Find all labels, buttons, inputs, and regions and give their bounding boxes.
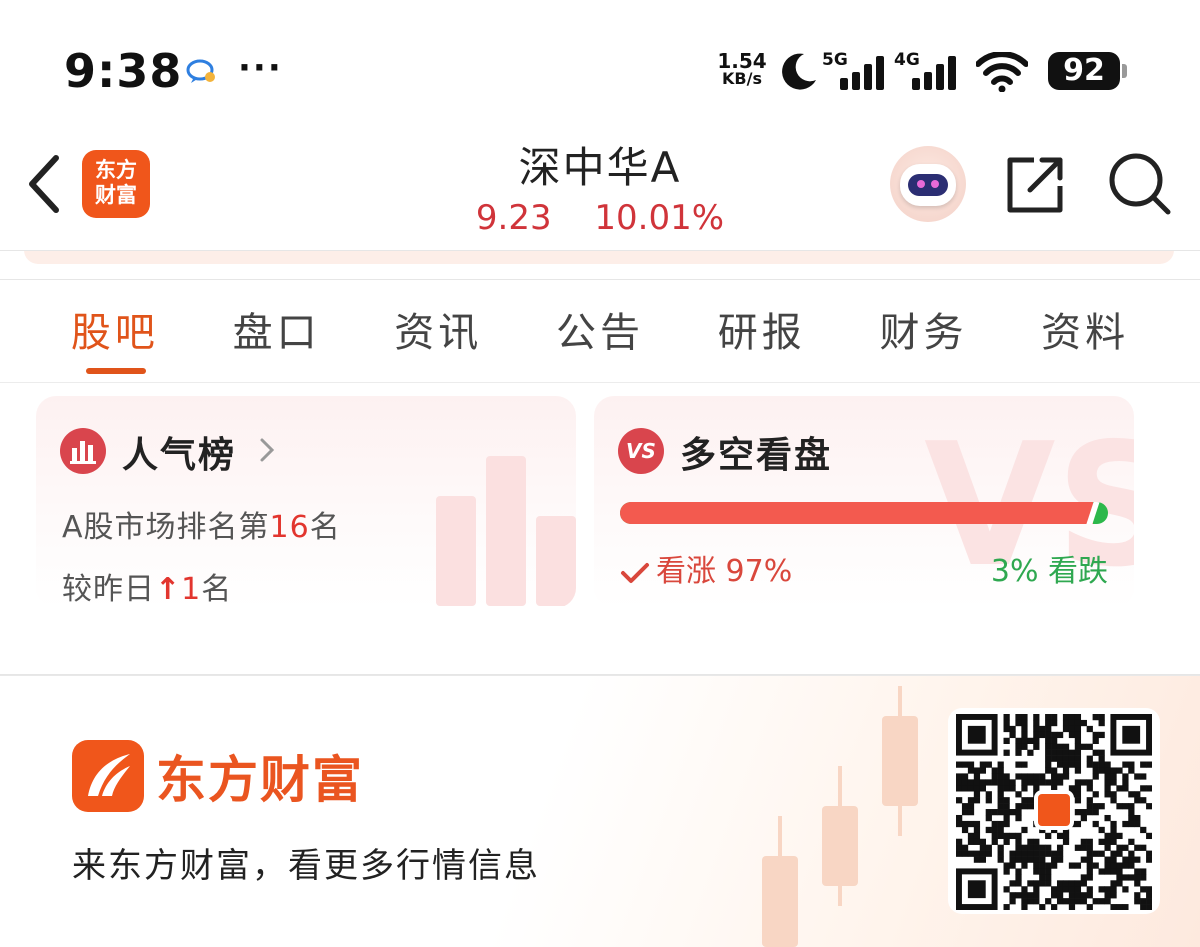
divider [0, 279, 1200, 280]
rank-change-suffix: 名 [201, 572, 233, 607]
promo-slogan: 来东方财富，看更多行情信息 [72, 846, 540, 886]
rank-change-prefix: 较昨日 [62, 572, 155, 607]
network-speed: 1.54 KB/s [714, 49, 770, 88]
signal-bars-icon [840, 56, 884, 90]
status-bar: 9:38 ··· 1.54 KB/s 5G 4G 92 [0, 0, 1200, 130]
rank-change-value: 1 [181, 572, 202, 607]
signal-bars-icon [912, 56, 956, 90]
stock-name: 深中华A [518, 143, 682, 192]
decorative-candlestick [882, 716, 918, 806]
tab-profile[interactable]: 资料 [1004, 300, 1166, 370]
network-speed-unit: KB/s [722, 69, 762, 88]
network-speed-value: 1.54 [717, 49, 767, 73]
stock-change-percent: 10.01% [594, 198, 725, 238]
active-tab-indicator [86, 368, 146, 374]
signal-5g: 5G [822, 50, 892, 90]
clock: 9:38 [64, 44, 183, 98]
tab-pankou[interactable]: 盘口 [196, 300, 358, 370]
ghost-ranking-graphic [436, 456, 576, 606]
stock-quote: 9.23 10.01% [400, 198, 800, 238]
sentiment-title: 多空看盘 [680, 435, 833, 476]
market-rank-value: 16 [269, 510, 310, 545]
bull-bar-fill [620, 502, 1094, 524]
market-rank: A股市场排名第16名 [62, 502, 341, 546]
bull-label: 看涨 97% [656, 554, 793, 589]
tab-research[interactable]: 研报 [681, 300, 843, 370]
brand-name: 东方财富 [156, 751, 364, 809]
chat-notification-icon [186, 59, 215, 83]
bear-vote[interactable]: 3% 看跌 [870, 546, 1108, 590]
bull-vote[interactable]: 看涨 97% [620, 546, 792, 590]
tab-news[interactable]: 资讯 [357, 300, 519, 370]
up-arrow-icon: ↑ [155, 572, 182, 607]
battery-level: 92 [1048, 52, 1120, 90]
decorative-candlestick [822, 806, 858, 886]
app-logo-line1: 东方 [95, 158, 137, 182]
popularity-title: 人气榜 [122, 435, 237, 476]
divider [0, 382, 1200, 383]
checkmark-icon [621, 562, 649, 583]
back-arrow-icon[interactable] [24, 152, 64, 216]
rank-change: 较昨日↑1名 [62, 564, 232, 608]
chevron-right-icon[interactable] [258, 436, 276, 464]
more-notifications-icon: ··· [238, 48, 283, 88]
brand-logo-icon [72, 740, 144, 812]
stock-price: 9.23 [475, 198, 552, 238]
tab-finance[interactable]: 财务 [843, 300, 1005, 370]
wifi-icon [976, 52, 1028, 92]
sentiment-bar [620, 502, 1108, 524]
signal-4g: 4G [894, 50, 964, 90]
do-not-disturb-moon-icon [782, 53, 816, 90]
divider [0, 250, 1200, 251]
market-rank-prefix: A股市场排名第 [62, 510, 270, 545]
tab-guba[interactable]: 股吧 [34, 300, 196, 370]
tab-bar: 股吧 盘口 资讯 公告 研报 财务 资料 [34, 300, 1166, 370]
app-logo[interactable]: 东方 财富 [82, 150, 150, 218]
tab-announcements[interactable]: 公告 [519, 300, 681, 370]
header-peach-strip [24, 250, 1174, 264]
popularity-chart-icon [60, 428, 106, 474]
app-logo-line2: 财富 [95, 183, 137, 207]
qr-brand-logo-icon [1034, 790, 1074, 830]
bear-label: 3% 看跌 [990, 554, 1108, 589]
search-icon[interactable] [1108, 152, 1172, 216]
share-icon[interactable] [1004, 152, 1068, 216]
ai-assistant-robot-icon[interactable] [890, 146, 966, 222]
market-rank-suffix: 名 [309, 510, 341, 545]
vs-icon: VS [618, 428, 664, 474]
decorative-candlestick [762, 856, 798, 947]
battery-tip [1122, 64, 1127, 78]
